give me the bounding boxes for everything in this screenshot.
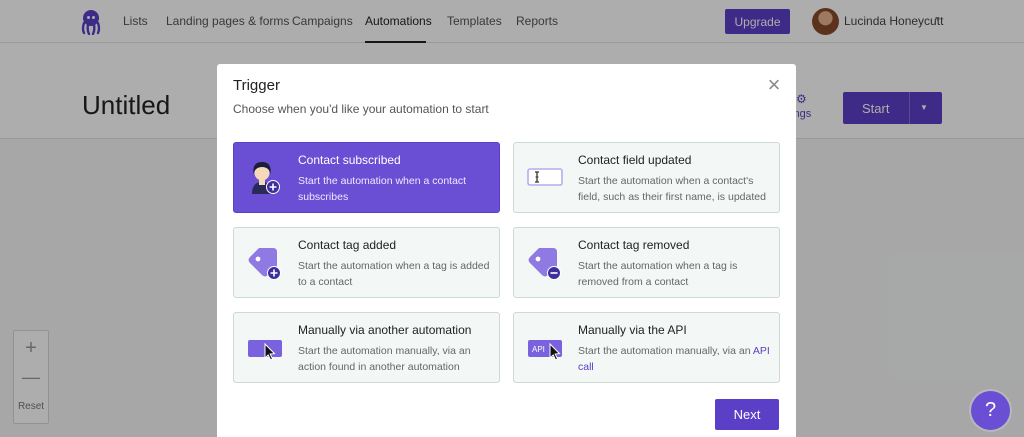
trigger-option-title: Manually via the API (578, 323, 687, 337)
text-field-icon (527, 168, 563, 186)
trigger-option-title: Contact tag removed (578, 238, 690, 252)
api-cursor-icon: API (528, 340, 562, 361)
trigger-option-manual-automation[interactable]: Manually via another automation Start th… (233, 312, 500, 383)
help-button[interactable]: ? (971, 391, 1010, 430)
trigger-option-contact-field-updated[interactable]: Contact field updated Start the automati… (513, 142, 780, 213)
cursor-button-icon (248, 340, 282, 361)
trigger-option-manual-api[interactable]: API Manually via the API Start the autom… (513, 312, 780, 383)
trigger-option-contact-tag-removed[interactable]: Contact tag removed Start the automation… (513, 227, 780, 298)
trigger-modal: Trigger Choose when you'd like your auto… (217, 64, 796, 437)
trigger-option-description: Start the automation manually, via an AP… (578, 343, 774, 375)
trigger-option-contact-subscribed[interactable]: Contact subscribed Start the automation … (233, 142, 500, 213)
trigger-option-title: Contact field updated (578, 153, 692, 167)
svg-text:API: API (532, 345, 545, 354)
trigger-option-description: Start the automation when a contact's fi… (578, 175, 766, 203)
trigger-option-description: Start the automation when a tag is remov… (578, 260, 738, 288)
trigger-option-contact-tag-added[interactable]: Contact tag added Start the automation w… (233, 227, 500, 298)
modal-title: Trigger (233, 77, 280, 94)
trigger-option-description: Start the automation manually, via an ac… (298, 345, 471, 373)
tag-remove-icon (528, 248, 561, 280)
contact-add-icon (252, 162, 280, 194)
trigger-option-description-text: Start the automation manually, via an (578, 345, 751, 357)
next-button[interactable]: Next (715, 399, 779, 430)
trigger-option-description: Start the automation when a contact subs… (298, 175, 467, 203)
trigger-option-title: Manually via another automation (298, 323, 472, 337)
tag-add-icon (248, 248, 281, 280)
trigger-option-title: Contact tag added (298, 238, 397, 252)
trigger-option-title: Contact subscribed (298, 153, 401, 167)
close-icon[interactable]: × (763, 74, 785, 96)
trigger-option-description: Start the automation when a tag is added… (298, 260, 490, 288)
modal-subtitle: Choose when you'd like your automation t… (233, 102, 489, 116)
